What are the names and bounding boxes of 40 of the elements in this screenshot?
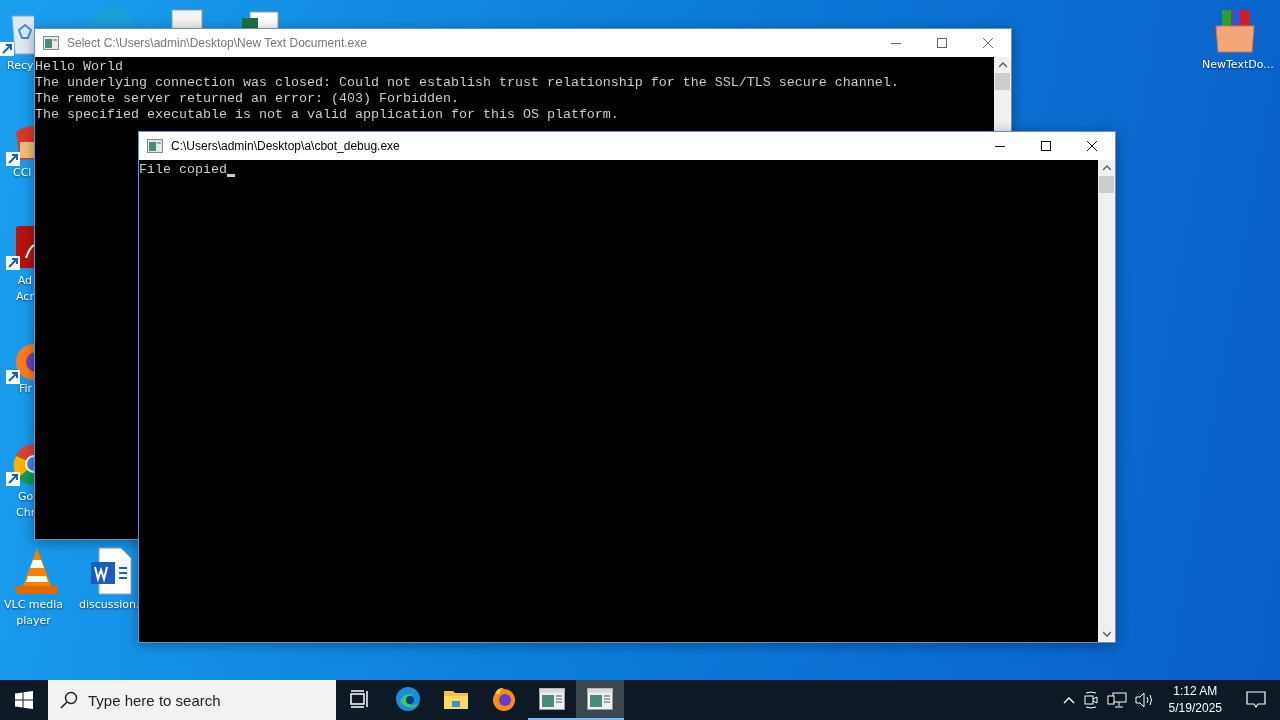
clock[interactable]: 1:12 AM 5/19/2025: [1162, 683, 1228, 717]
console-text: The remote server returned an error: (403) Forbidden.: [35, 91, 459, 107]
icon-label: Recy: [7, 58, 34, 74]
task-view-icon[interactable]: [350, 690, 370, 708]
console-icon: [43, 36, 59, 50]
speaker-icon[interactable]: [1134, 691, 1155, 709]
scroll-up-icon[interactable]: [998, 62, 1007, 68]
icon-label: Ad Acr: [16, 273, 34, 305]
window-title: Select C:\Users\admin\Desktop\New Text Document.exe: [67, 36, 368, 50]
search-field[interactable]: Type here to search: [48, 680, 336, 720]
clock-time: 1:12 AM: [1173, 683, 1218, 700]
close-icon[interactable]: [1087, 141, 1097, 151]
console-icon[interactable]: [587, 688, 613, 710]
icon-label: discussion.: [79, 597, 140, 613]
scroll-up-icon[interactable]: [1102, 165, 1111, 171]
chevron-up-icon[interactable]: [1062, 696, 1075, 704]
window-title: C:\Users\admin\Desktop\a\cbot_debug.exe: [171, 139, 401, 153]
camera-icon[interactable]: [1082, 691, 1099, 709]
console-text: The specified executable is not a valid application for this OS platform.: [35, 107, 619, 123]
network-icon[interactable]: [1106, 691, 1127, 709]
icon-label: VLC media player: [4, 597, 64, 629]
taskbar-app-button[interactable]: [576, 680, 624, 720]
scroll-thumb[interactable]: [1099, 176, 1114, 193]
clock-date: 5/19/2025: [1168, 700, 1222, 717]
console-text: File copied: [139, 162, 227, 178]
icon-label: Go Chr: [16, 489, 36, 521]
console-text: Hello World: [35, 59, 123, 75]
scroll-thumb[interactable]: [995, 73, 1010, 90]
scrollbar[interactable]: [1098, 160, 1115, 642]
maximize-icon[interactable]: [1041, 141, 1051, 151]
console-icon[interactable]: [539, 688, 565, 710]
icon-label: NewTextDo...: [1202, 57, 1274, 73]
notification-icon[interactable]: [1246, 691, 1266, 709]
console-icon: [147, 139, 163, 153]
icon-label: CCl: [13, 165, 32, 181]
icon-label: Fir: [19, 381, 33, 397]
folder-icon[interactable]: [443, 688, 469, 710]
windows-logo-icon[interactable]: [15, 691, 33, 709]
console-text: The underlying connection was closed: Could not establish trust relationship for the SSL/TLS secure channel.: [35, 75, 899, 91]
scroll-down-icon[interactable]: [1102, 631, 1111, 637]
